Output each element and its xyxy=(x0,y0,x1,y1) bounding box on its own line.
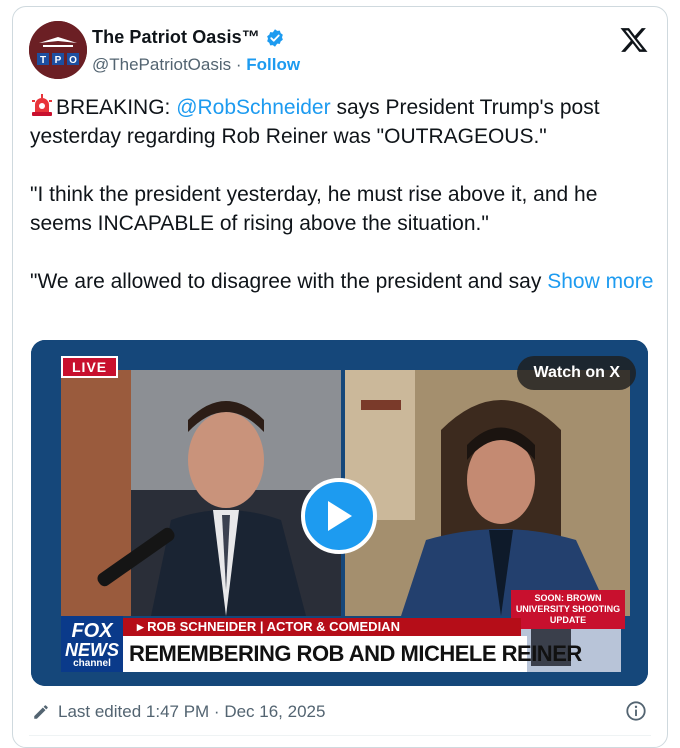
side-news-banner: SOON: BROWN UNIVERSITY SHOOTING UPDATE xyxy=(511,590,625,629)
author-handle[interactable]: @ThePatriotOasis xyxy=(92,55,231,74)
tweet-paragraph-3-text: "We are allowed to disagree with the pre… xyxy=(30,270,548,293)
handle-separator: · xyxy=(235,55,242,74)
play-button[interactable] xyxy=(301,478,377,554)
watch-on-x-button[interactable]: Watch on X xyxy=(517,356,636,390)
author-avatar[interactable]: T P O xyxy=(29,21,87,79)
tweet-card: T P O The Patriot Oasis™ @ThePatriotOasi… xyxy=(12,6,668,748)
edit-pencil-icon xyxy=(34,705,48,719)
verified-badge-icon xyxy=(267,28,283,47)
lower-third-name: ▸ ROB SCHNEIDER | ACTOR & COMEDIAN xyxy=(123,618,521,636)
tweet-paragraph-1: BREAKING: @RobSchneider says President T… xyxy=(30,93,655,151)
network-line-1: FOX xyxy=(71,620,113,642)
tweet-paragraph-2: "I think the president yesterday, he mus… xyxy=(30,183,598,235)
author-handle-row: @ThePatriotOasis · Follow xyxy=(92,55,300,75)
x-logo-icon[interactable] xyxy=(619,25,649,55)
network-line-2: NEWS xyxy=(65,640,119,660)
svg-text:O: O xyxy=(69,55,77,66)
author-display-name[interactable]: The Patriot Oasis™ xyxy=(92,27,260,48)
siren-emoji-icon xyxy=(32,94,52,116)
fox-news-logo: FOX NEWS channel xyxy=(61,616,123,672)
tweet-footer: Last edited 1:47 PM · Dec 16, 2025 xyxy=(32,702,325,722)
author-name-row[interactable]: The Patriot Oasis™ xyxy=(92,27,285,48)
follow-button[interactable]: Follow xyxy=(246,55,300,74)
show-more-link[interactable]: Show more xyxy=(547,270,653,293)
tweet-body: BREAKING: @RobSchneider says President T… xyxy=(30,93,655,296)
chyron-headline: REMEMBERING ROB AND MICHELE REINER xyxy=(123,636,582,672)
live-badge: LIVE xyxy=(61,356,119,378)
tweet-paragraph-3: "We are allowed to disagree with the pre… xyxy=(30,267,655,296)
last-edited-text[interactable]: Last edited 1:47 PM · Dec 16, 2025 xyxy=(58,702,325,722)
svg-text:T: T xyxy=(40,55,46,66)
svg-text:P: P xyxy=(55,55,62,66)
play-icon xyxy=(328,501,352,531)
avatar-logo-icon: T P O xyxy=(29,21,87,79)
breaking-prefix: BREAKING: xyxy=(56,96,177,119)
mention-link[interactable]: @RobSchneider xyxy=(176,96,330,119)
video-player[interactable]: LIVE Watch on X SOON: BROWN UNIVERSITY S… xyxy=(31,340,648,686)
footer-divider xyxy=(29,735,651,736)
info-icon[interactable] xyxy=(625,700,647,722)
